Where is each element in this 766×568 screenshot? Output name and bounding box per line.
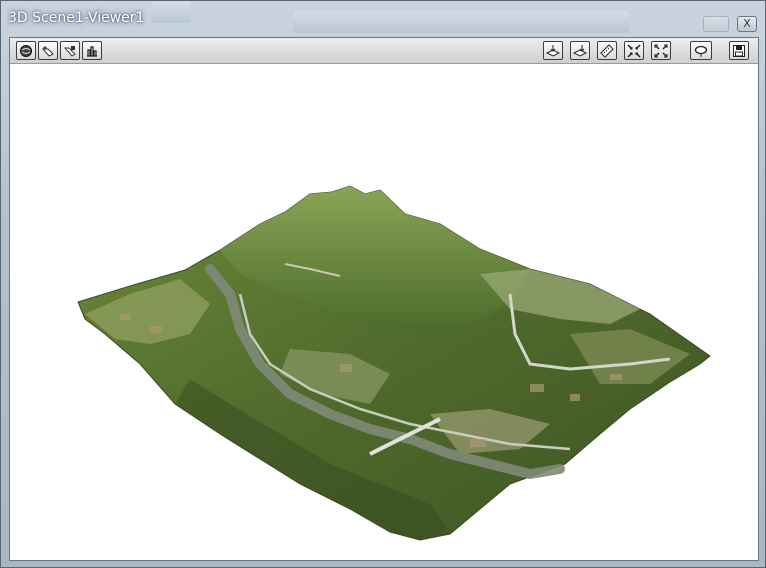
3d-scene-canvas[interactable]: [10, 64, 758, 560]
measure-icon: [600, 43, 614, 58]
zoom-tool-button[interactable]: [60, 41, 80, 60]
scene-viewer[interactable]: [9, 37, 759, 561]
close-icon: X: [743, 17, 751, 30]
close-button[interactable]: X: [737, 16, 757, 32]
zoom-out-extent-icon: [654, 43, 668, 58]
layer-down-icon: [573, 44, 587, 57]
minimize-button[interactable]: [703, 16, 729, 32]
viewer-window: 3D Scene1-Viewer1 X: [0, 0, 766, 568]
layer-down-button[interactable]: [570, 41, 590, 60]
zoom-out-extent-button[interactable]: [651, 41, 671, 60]
window-title: 3D Scene1-Viewer1: [8, 10, 145, 26]
rotate-button[interactable]: [690, 41, 712, 60]
save-button[interactable]: [729, 41, 749, 60]
globe-icon: [20, 44, 32, 57]
pan-icon: [41, 46, 54, 57]
layer-up-button[interactable]: [543, 41, 563, 60]
layer-up-icon: [546, 44, 560, 57]
zoom-in-extent-icon: [627, 43, 641, 58]
rotate-icon: [694, 45, 708, 57]
save-icon: [733, 44, 745, 57]
fly-tool-button[interactable]: [82, 41, 102, 60]
zoom-in-extent-button[interactable]: [624, 41, 644, 60]
viewer-toolbar: [10, 38, 758, 64]
pan-tool-button[interactable]: [38, 41, 58, 60]
measure-button[interactable]: [597, 41, 617, 60]
terrain-model: [77, 185, 711, 541]
globe-tool-button[interactable]: [16, 41, 36, 60]
title-bar[interactable]: 3D Scene1-Viewer1 X: [1, 1, 765, 37]
zoom-icon: [63, 45, 76, 57]
fly-icon: [87, 45, 97, 57]
